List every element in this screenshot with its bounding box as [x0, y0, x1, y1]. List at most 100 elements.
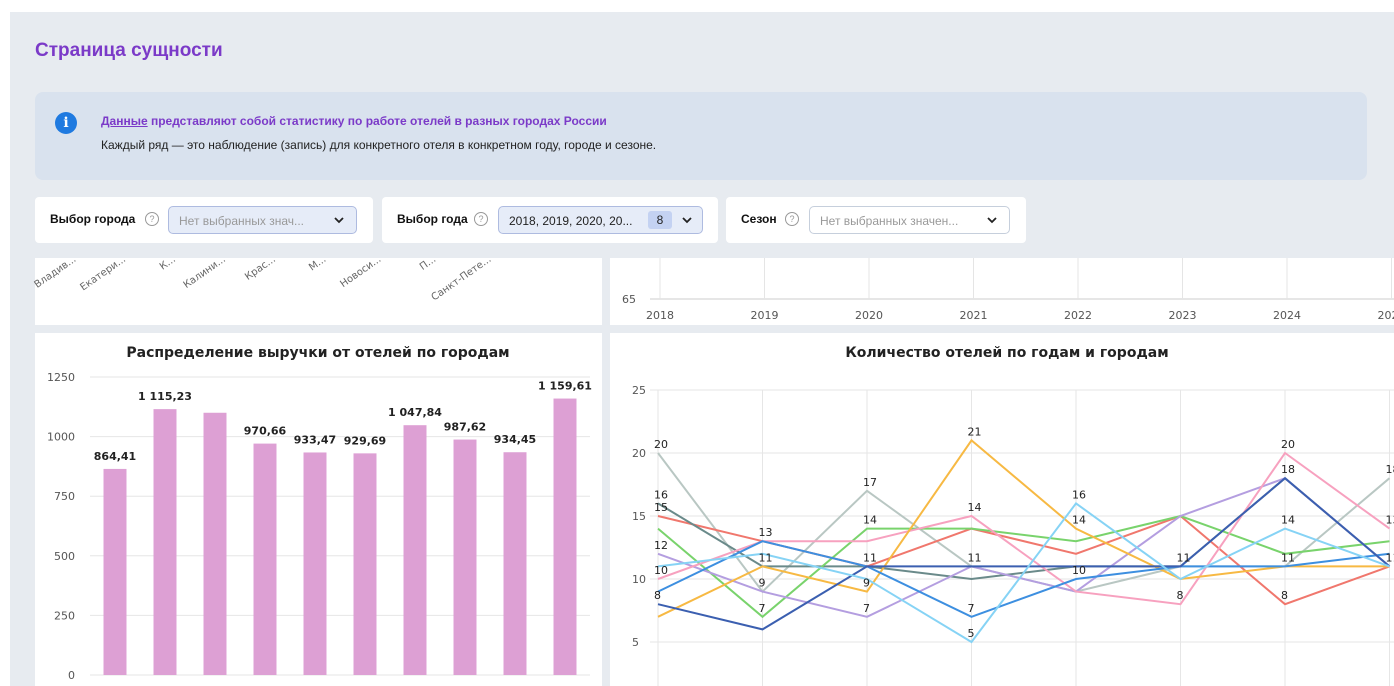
x-tick-label: 2023: [1169, 309, 1197, 322]
bar: [553, 398, 577, 675]
series-line: [657, 452, 1391, 594]
point-label: 7: [759, 602, 766, 615]
hotels-chart-card: Количество отелей по годам и городам 5 10 1…: [610, 333, 1394, 686]
city-select[interactable]: Нет выбранных знач...: [168, 206, 357, 234]
point-label: 11: [1177, 551, 1191, 564]
bar-label: 934,45: [494, 433, 536, 446]
point-label: 10: [1072, 564, 1086, 577]
data-link[interactable]: Данные: [101, 114, 148, 128]
page-title: Страница сущности: [35, 40, 223, 61]
point-label: 7: [863, 602, 870, 615]
year-select-value: 2018, 2019, 2020, 20...: [509, 214, 633, 228]
bar-label: 1 159,61: [538, 380, 592, 393]
city-filter: Выбор города ? Нет выбранных знач...: [35, 197, 373, 243]
series-line: [657, 477, 1391, 618]
year-select[interactable]: 2018, 2019, 2020, 20... 8: [498, 206, 703, 234]
year-filter: Выбор года ? 2018, 2019, 2020, 20... 8: [382, 197, 718, 243]
bar: [403, 425, 427, 675]
bar-label: 933,47: [294, 433, 336, 446]
bar: [103, 468, 127, 675]
point-label: 9: [863, 577, 870, 590]
point-label: 14: [863, 514, 877, 527]
bar: [453, 439, 477, 675]
year-filter-label: Выбор года: [397, 212, 468, 226]
revenue-chart-card: Распределение выручки от отелей по город…: [35, 333, 602, 686]
point-label: 13: [1386, 514, 1394, 527]
season-filter: Сезон ? Нет выбранных значен...: [726, 197, 1026, 243]
point-label: 9: [759, 577, 766, 590]
bar-label: 987,62: [444, 421, 486, 434]
trend-chart-partial: 2018 2019 2020 2021 2022 2023 2024 2025 65: [610, 247, 1394, 325]
y-tick-label: 65: [622, 293, 636, 306]
help-icon[interactable]: ?: [785, 212, 799, 226]
y-tick-label: 0: [68, 669, 75, 682]
point-label: 15: [654, 501, 668, 514]
year-count-badge: 8: [648, 211, 672, 229]
info-line-1: Данные представляют собой статистику по …: [101, 114, 607, 128]
point-label: 7: [968, 602, 975, 615]
point-label: 14: [1281, 514, 1295, 527]
info-line-2: Каждый ряд — это наблюдение (запись) для…: [101, 138, 657, 152]
chevron-down-icon: [681, 211, 693, 232]
point-label: 20: [654, 438, 668, 451]
point-label: 21: [968, 425, 982, 438]
point-label: 5: [968, 627, 975, 640]
city-chart-partial: Владив... Екатери... К... Калини... Крас... М…: [32, 247, 602, 325]
x-tick-label: 2021: [960, 309, 988, 322]
point-label: 20: [1281, 438, 1295, 451]
info-line-1-text: представляют собой статистику по работе …: [147, 114, 607, 128]
y-tick-label: 500: [54, 550, 75, 563]
info-banner: i Данные представляют собой статистику п…: [35, 92, 1367, 180]
point-label: 11: [1386, 551, 1394, 564]
city-tick-label: Владив...: [32, 253, 79, 291]
y-tick-label: 750: [54, 490, 75, 503]
point-label: 11: [1281, 551, 1295, 564]
chevron-down-icon: [986, 211, 998, 232]
x-tick-label: 2022: [1064, 309, 1092, 322]
point-label: 8: [654, 589, 661, 602]
page: Владив... Екатери... К... Калини... Крас... М…: [10, 12, 1394, 686]
revenue-bar-chart: Распределение выручки от отелей по город…: [47, 345, 592, 682]
chevron-down-icon: [333, 211, 345, 232]
chart-title: Распределение выручки от отелей по город…: [126, 345, 509, 361]
bar: [153, 409, 177, 675]
season-select-placeholder: Нет выбранных значен...: [820, 214, 959, 228]
help-icon[interactable]: ?: [474, 212, 488, 226]
x-tick-label: 2019: [751, 309, 779, 322]
point-label: 8: [1177, 589, 1184, 602]
point-label: 17: [863, 476, 877, 489]
point-label: 11: [759, 551, 773, 564]
y-tick-label: 15: [632, 510, 646, 523]
bar-label: 929,69: [344, 434, 386, 447]
point-label: 11: [863, 551, 877, 564]
x-tick-label: 2024: [1273, 309, 1301, 322]
y-tick-label: 250: [54, 609, 75, 622]
point-label: 14: [1072, 514, 1086, 527]
point-label: 10: [654, 564, 668, 577]
y-tick-label: 25: [632, 384, 646, 397]
hotels-line-chart: Количество отелей по годам и городам 5 10 1…: [632, 345, 1394, 686]
point-label: 11: [968, 551, 982, 564]
point-label: 18: [1281, 463, 1295, 476]
point-label: 14: [968, 501, 982, 514]
bar: [353, 453, 377, 675]
y-tick-label: 10: [632, 573, 646, 586]
bar-label: 864,41: [94, 450, 136, 463]
season-filter-label: Сезон: [741, 212, 777, 226]
point-label: 12: [654, 539, 668, 552]
y-tick-label: 1000: [47, 431, 75, 444]
point-label: 16: [1072, 488, 1086, 501]
series-line: [657, 502, 1390, 644]
bar-label: 1 047,84: [388, 406, 442, 419]
city-select-placeholder: Нет выбранных знач...: [179, 214, 304, 228]
city-tick-label: Новоси...: [338, 253, 384, 291]
point-label: 18: [1386, 463, 1394, 476]
city-tick-label: Калини...: [181, 253, 229, 291]
trend-chart-partial-svg: 2018 2019 2020 2021 2022 2023 2024 2025 65: [622, 247, 1394, 322]
bar: [303, 452, 327, 675]
point-label: 8: [1281, 589, 1288, 602]
season-select[interactable]: Нет выбранных значен...: [809, 206, 1010, 234]
info-icon: i: [55, 112, 77, 134]
help-icon[interactable]: ?: [145, 212, 159, 226]
chart-title: Количество отелей по годам и городам: [845, 345, 1168, 361]
